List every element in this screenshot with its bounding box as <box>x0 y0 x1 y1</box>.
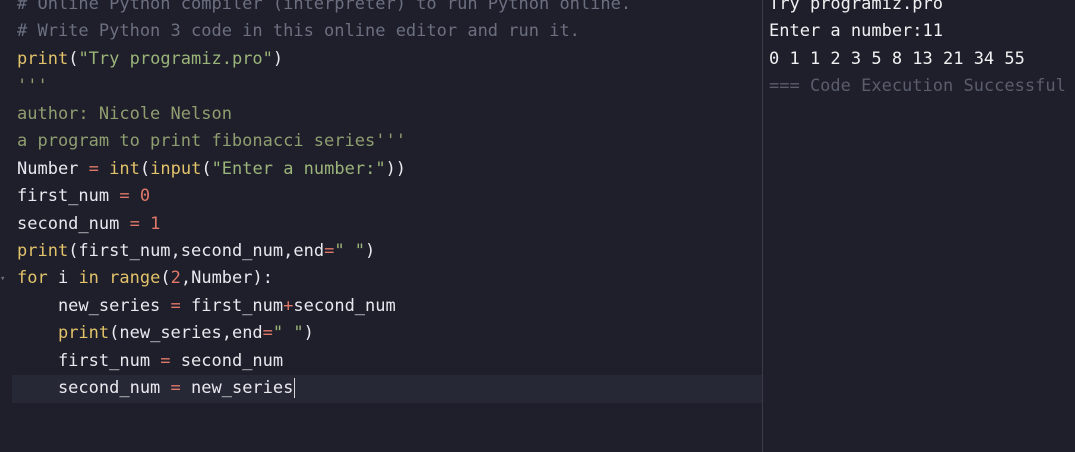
code-token: second_num <box>17 378 171 399</box>
code-token: ( <box>68 48 79 69</box>
code-token: second_num <box>170 350 284 371</box>
output-line: Try programiz.pro <box>769 0 943 14</box>
code-token: = <box>129 213 140 234</box>
code-token: # Write Python 3 code in this online edi… <box>17 21 580 42</box>
code-token: = <box>170 295 181 316</box>
code-token: = <box>119 186 130 207</box>
output-lines: Try programiz.pro Enter a number:11 0 1 1 … <box>769 0 1075 101</box>
code-token: first_num <box>17 350 161 371</box>
code-token: in <box>78 268 99 289</box>
code-token: print <box>17 240 69 261</box>
code-token: first_num <box>180 295 284 316</box>
code-token: first_num <box>17 186 120 207</box>
code-token: = <box>262 323 273 344</box>
code-token: ,Number): <box>180 268 273 289</box>
code-token: (first_num,second_num,end <box>68 240 325 261</box>
code-line-7[interactable]: Number = int(input("Enter a number:")) <box>0 156 762 183</box>
code-token: ) <box>272 48 284 69</box>
code-token: new_series <box>180 378 294 399</box>
code-token: new_series <box>17 295 171 316</box>
code-line-5[interactable]: author: Nicole Nelson <box>0 101 762 128</box>
code-token: second_num <box>293 295 396 316</box>
code-token: second_num <box>17 213 130 234</box>
code-line-4[interactable]: ''' <box>0 73 762 100</box>
code-token: ( <box>160 268 171 289</box>
code-line-13[interactable]: print(new_series,end=" ") <box>0 320 762 347</box>
code-token: i <box>47 268 79 289</box>
code-editor[interactable]: ▾ # Online Python compiler (interpreter)… <box>0 0 762 452</box>
code-line-12[interactable]: new_series = first_num+second_num <box>0 293 762 320</box>
code-token: for <box>17 268 48 289</box>
code-token: = <box>160 350 171 371</box>
code-token: Number <box>17 158 89 179</box>
code-token: = <box>170 378 181 399</box>
code-token: = <box>324 240 335 261</box>
code-line-11[interactable]: for i in range(2,Number): <box>0 265 762 292</box>
code-token: int <box>109 158 140 179</box>
code-token: (new_series,end <box>109 323 263 344</box>
code-line-10[interactable]: print(first_num,second_num,end=" ") <box>0 238 762 265</box>
code-token: "Enter a number:" <box>211 158 386 179</box>
code-token: print <box>57 323 110 344</box>
code-token: range <box>109 268 161 289</box>
code-line-2[interactable]: # Write Python 3 code in this online edi… <box>0 18 762 45</box>
code-line-6[interactable]: a program to print fibonacci series''' <box>0 128 762 155</box>
code-token: ''' <box>17 76 48 97</box>
code-token: "Try programiz.pro" <box>78 48 273 69</box>
code-token: author: Nicole Nelson <box>17 103 232 124</box>
code-token: + <box>283 295 294 316</box>
code-line-9[interactable]: second_num = 1 <box>0 211 762 238</box>
code-line-3[interactable]: print("Try programiz.pro") <box>0 46 762 73</box>
code-line-15[interactable]: second_num = new_series <box>12 375 762 403</box>
code-token: a program to print fibonacci series''' <box>17 131 406 152</box>
code-token: ( <box>139 158 151 179</box>
code-token: ( <box>201 158 212 179</box>
code-token: 1 <box>150 213 161 234</box>
output-panel: Try programiz.pro Enter a number:11 0 1 1 … <box>763 0 1075 452</box>
code-line-1[interactable]: # Online Python compiler (interpreter) t… <box>0 0 762 18</box>
code-token: = <box>88 158 99 179</box>
code-token: input <box>150 158 202 179</box>
code-token: " " <box>272 323 304 344</box>
output-line: Enter a number:11 <box>769 21 943 42</box>
text-caret <box>294 378 296 399</box>
code-token: ) <box>365 240 376 261</box>
code-area[interactable]: # Online Python compiler (interpreter) t… <box>0 0 762 403</box>
code-token: )) <box>385 158 407 179</box>
code-token: 2 <box>170 268 181 289</box>
code-token: " " <box>334 240 366 261</box>
code-line-8[interactable]: first_num = 0 <box>0 183 762 210</box>
code-token: 0 <box>139 186 151 207</box>
code-token: print <box>17 48 69 69</box>
code-token: # Online Python compiler (interpreter) t… <box>17 0 632 14</box>
code-line-14[interactable]: first_num = second_num <box>0 348 762 375</box>
code-token: ) <box>303 323 314 344</box>
execution-status: === Code Execution Successful === <box>769 76 1075 97</box>
output-line: 0 1 1 2 3 5 8 13 21 34 55 <box>769 48 1025 69</box>
